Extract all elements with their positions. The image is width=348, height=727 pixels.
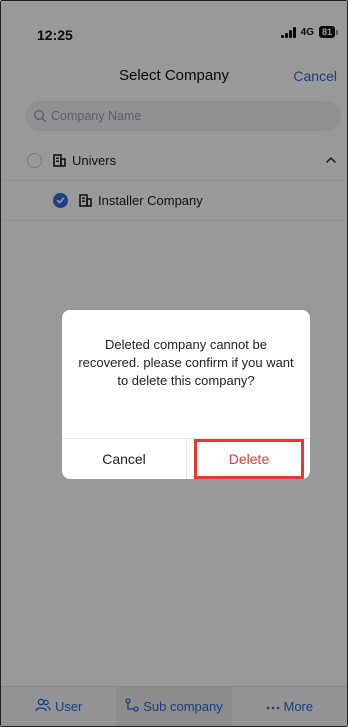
delete-confirm-dialog: Deleted company cannot be recovered. ple… bbox=[62, 310, 310, 479]
phone-screen: 12:25 4G 81 Select Company Cancel Univer… bbox=[0, 0, 348, 727]
dialog-cancel-button[interactable]: Cancel bbox=[62, 439, 186, 479]
dialog-message: Deleted company cannot be recovered. ple… bbox=[78, 337, 294, 388]
dialog-delete-button[interactable]: Delete bbox=[187, 439, 311, 479]
